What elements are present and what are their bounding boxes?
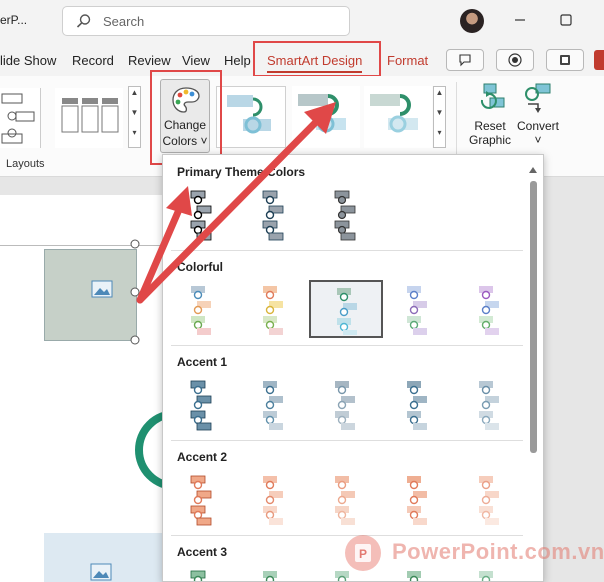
svg-text:P: P [359,547,367,561]
watermark-logo-icon: P [345,535,381,571]
watermark-text: PowerPoint.com.vn [392,539,604,564]
watermark: P PowerPoint.com.vn [340,534,604,572]
annotation-arrows [136,102,336,304]
